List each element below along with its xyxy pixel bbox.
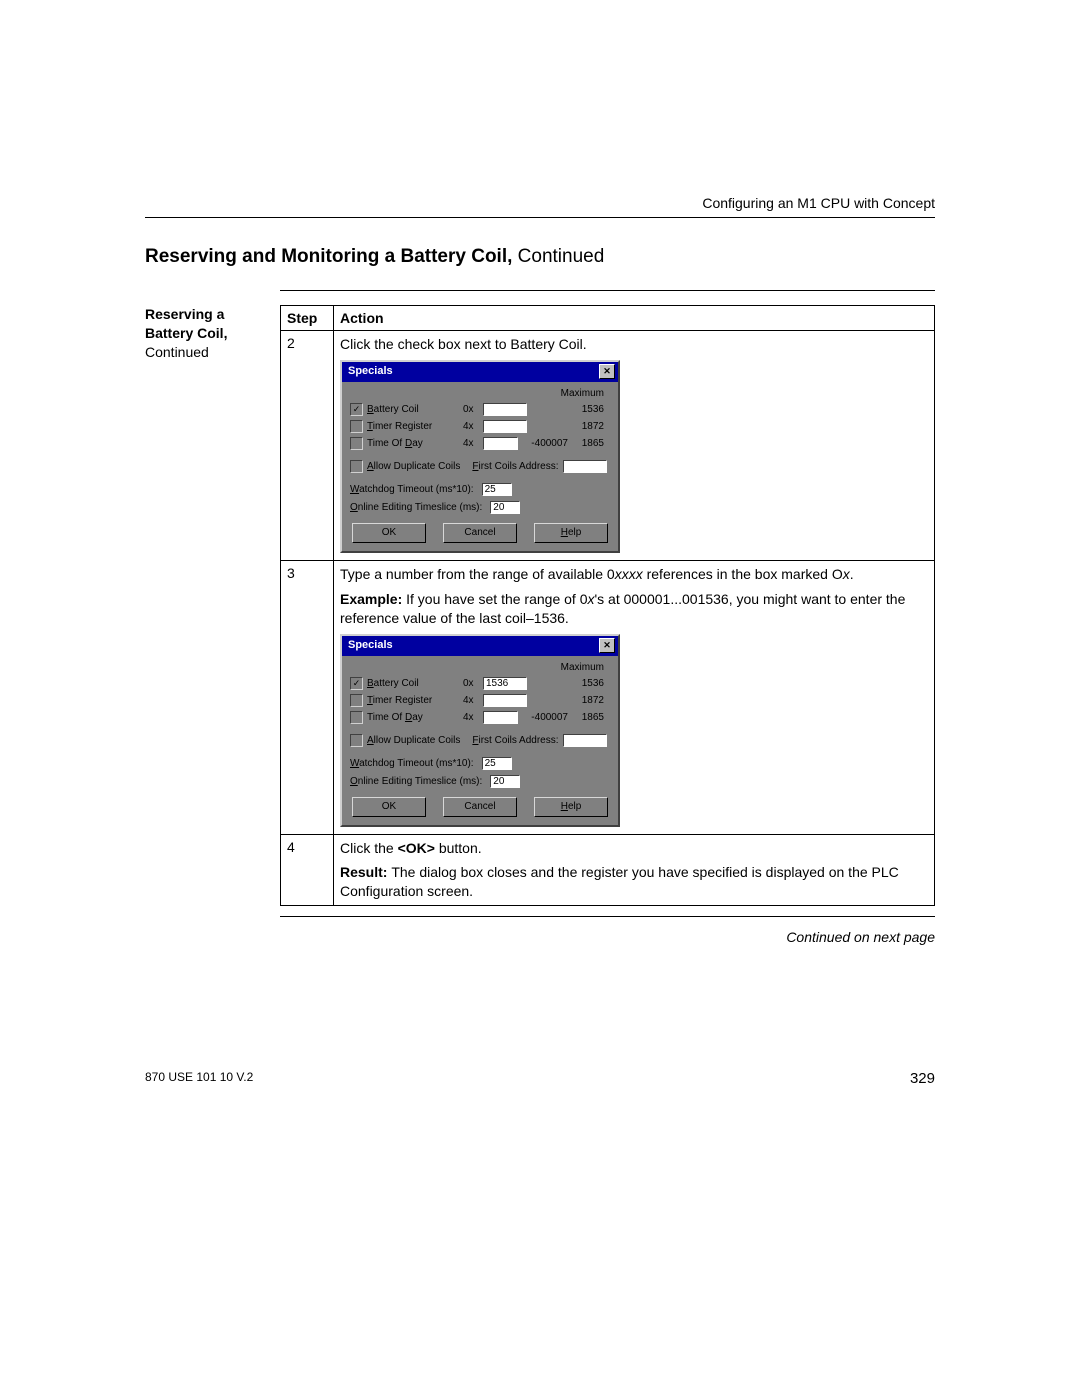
time-of-day-input[interactable]	[483, 437, 518, 450]
battery-coil-max: 1536	[531, 678, 610, 689]
battery-coil-checkbox[interactable]: ✓	[350, 403, 363, 416]
allow-duplicate-label: Allow Duplicate Coils	[367, 735, 460, 746]
footer-doc-id: 870 USE 101 10 V.2	[145, 1070, 253, 1087]
specials-dialog: Specials ✕ Maximum ✓ Battery Coil 0x	[340, 634, 620, 827]
action-text: Type a number from the range of availabl…	[340, 565, 928, 584]
page-title-cont: Continued	[518, 246, 605, 267]
watchdog-input[interactable]: 25	[482, 757, 512, 770]
table-row: 3 Type a number from the range of availa…	[281, 560, 935, 834]
allow-duplicate-label: Allow Duplicate Coils	[367, 461, 460, 472]
timer-register-label: Timer Register	[367, 695, 459, 706]
watchdog-label: Watchdog Timeout (ms*10):	[350, 758, 474, 769]
help-button[interactable]: Help	[534, 523, 608, 543]
first-coils-input[interactable]	[563, 734, 607, 747]
maximum-header: Maximum	[350, 388, 610, 399]
cancel-button[interactable]: Cancel	[443, 797, 517, 817]
online-edit-input[interactable]: 20	[490, 501, 520, 514]
tod-suffix: -400007	[522, 712, 568, 723]
close-icon[interactable]: ✕	[599, 638, 615, 653]
first-coils-label: First Coils Address:	[472, 461, 558, 472]
timer-register-max: 1872	[531, 695, 610, 706]
first-coils-label: First Coils Address:	[472, 735, 558, 746]
step-action: Click the check box next to Battery Coil…	[334, 331, 935, 561]
first-coils-input[interactable]	[563, 460, 607, 473]
prefix-4x2: 4x	[463, 438, 479, 449]
time-of-day-checkbox[interactable]	[350, 437, 363, 450]
prefix-0x: 0x	[463, 678, 479, 689]
watchdog-input[interactable]: 25	[482, 483, 512, 496]
timer-register-checkbox[interactable]	[350, 694, 363, 707]
dialog-title: Specials	[348, 365, 393, 377]
step-num: 4	[281, 834, 334, 906]
battery-coil-max: 1536	[531, 404, 610, 415]
side-line2: Battery Coil,	[145, 324, 280, 343]
timer-register-checkbox[interactable]	[350, 420, 363, 433]
bottom-rule	[280, 916, 935, 917]
tod-max: 1865	[572, 712, 610, 723]
battery-coil-label: Battery Coil	[367, 404, 459, 415]
action-example: Example: If you have set the range of 0x…	[340, 590, 928, 628]
online-edit-label: Online Editing Timeslice (ms):	[350, 502, 482, 513]
tod-max: 1865	[572, 438, 610, 449]
prefix-4x: 4x	[463, 421, 479, 432]
table-row: 2 Click the check box next to Battery Co…	[281, 331, 935, 561]
watchdog-label: Watchdog Timeout (ms*10):	[350, 484, 474, 495]
action-text: Click the check box next to Battery Coil…	[340, 335, 928, 354]
battery-coil-input[interactable]: 1536	[483, 677, 527, 690]
prefix-4x: 4x	[463, 695, 479, 706]
col-step: Step	[281, 306, 334, 331]
col-action: Action	[334, 306, 935, 331]
prefix-4x2: 4x	[463, 712, 479, 723]
action-result: Result: The dialog box closes and the re…	[340, 863, 928, 901]
cancel-button[interactable]: Cancel	[443, 523, 517, 543]
timer-register-label: Timer Register	[367, 421, 459, 432]
action-text: Click the <OK> button.	[340, 839, 928, 858]
allow-duplicate-checkbox[interactable]	[350, 734, 363, 747]
header-rule	[145, 217, 935, 218]
timer-register-input[interactable]	[483, 694, 527, 707]
battery-coil-input[interactable]	[483, 403, 527, 416]
battery-coil-label: Battery Coil	[367, 678, 459, 689]
dialog-title: Specials	[348, 639, 393, 651]
battery-coil-checkbox[interactable]: ✓	[350, 677, 363, 690]
close-icon[interactable]: ✕	[599, 364, 615, 379]
continued-note: Continued on next page	[280, 929, 935, 945]
dialog-titlebar: Specials ✕	[342, 636, 618, 656]
ok-button[interactable]: OK	[352, 523, 426, 543]
help-button[interactable]: Help	[534, 797, 608, 817]
page-title: Reserving and Monitoring a Battery Coil,…	[145, 246, 935, 268]
table-row: 4 Click the <OK> button. Result: The dia…	[281, 834, 935, 906]
ok-button[interactable]: OK	[352, 797, 426, 817]
timer-register-input[interactable]	[483, 420, 527, 433]
dialog-titlebar: Specials ✕	[342, 362, 618, 382]
side-heading: Reserving a Battery Coil, Continued	[145, 305, 280, 921]
prefix-0x: 0x	[463, 404, 479, 415]
time-of-day-label: Time Of Day	[367, 438, 459, 449]
tod-suffix: -400007	[522, 438, 568, 449]
maximum-header: Maximum	[350, 662, 610, 673]
step-num: 3	[281, 560, 334, 834]
online-edit-input[interactable]: 20	[490, 775, 520, 788]
timer-register-max: 1872	[531, 421, 610, 432]
side-line3: Continued	[145, 343, 280, 362]
time-of-day-checkbox[interactable]	[350, 711, 363, 724]
step-action: Click the <OK> button. Result: The dialo…	[334, 834, 935, 906]
section-rule	[280, 290, 935, 291]
time-of-day-label: Time Of Day	[367, 712, 459, 723]
footer-page-number: 329	[910, 1070, 935, 1087]
side-line1: Reserving a	[145, 305, 280, 324]
running-header: Configuring an M1 CPU with Concept	[145, 195, 935, 211]
specials-dialog: Specials ✕ Maximum ✓ Battery Coil 0x	[340, 360, 620, 553]
step-action: Type a number from the range of availabl…	[334, 560, 935, 834]
step-num: 2	[281, 331, 334, 561]
online-edit-label: Online Editing Timeslice (ms):	[350, 776, 482, 787]
time-of-day-input[interactable]	[483, 711, 518, 724]
steps-table: Step Action 2 Click the check box next t…	[280, 305, 935, 906]
page-title-bold: Reserving and Monitoring a Battery Coil,	[145, 246, 518, 267]
allow-duplicate-checkbox[interactable]	[350, 460, 363, 473]
